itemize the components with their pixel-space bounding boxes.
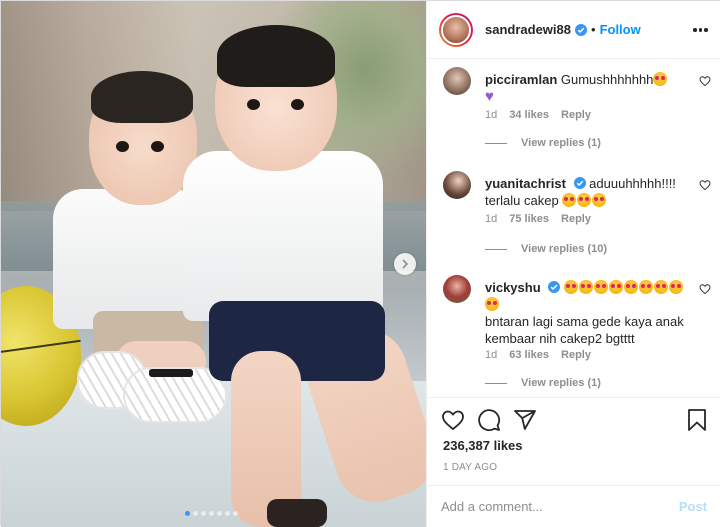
right-toddler-eye xyxy=(291,99,304,110)
comment-meta: 1d 63 likes Reply xyxy=(485,349,591,361)
comment-heart-icon[interactable] xyxy=(699,283,711,295)
header-separator: • xyxy=(591,22,596,37)
comment-meta: 1d 34 likes Reply xyxy=(485,109,591,121)
comment-message: Gumushhhhhhh xyxy=(560,72,654,87)
comment-text: picciramlan Gumushhhhhhh ♥ xyxy=(485,71,685,105)
view-replies-button[interactable]: View replies (1) xyxy=(485,137,601,149)
reply-button[interactable]: Reply xyxy=(561,109,591,121)
heart-eyes-emoji xyxy=(592,193,607,207)
share-icon[interactable] xyxy=(513,408,537,432)
purple-heart-emoji: ♥ xyxy=(485,88,494,105)
right-toddler-sandal xyxy=(267,499,327,527)
add-comment-bar: Add a comment... Post xyxy=(427,485,720,527)
comment-heart-icon[interactable] xyxy=(699,75,711,87)
heart-eyes-emoji xyxy=(593,280,608,294)
replies-divider xyxy=(485,248,507,250)
left-toddler-hair xyxy=(91,71,193,123)
post-photo[interactable] xyxy=(1,1,426,527)
comment-message: bntaran lagi sama gede kaya anak kembaar… xyxy=(485,314,684,346)
left-toddler-eye xyxy=(151,141,164,152)
reply-button[interactable]: Reply xyxy=(561,213,591,225)
carousel-dot xyxy=(201,511,206,516)
replies-divider xyxy=(485,382,507,384)
view-replies-label: View replies (10) xyxy=(521,243,608,255)
carousel-dot xyxy=(233,511,238,516)
post-timestamp[interactable]: 1 DAY AGO xyxy=(443,462,497,473)
comment-message-line2: terlalu cakep xyxy=(485,193,559,208)
carousel-indicator xyxy=(185,511,238,516)
heart-eyes-emoji xyxy=(562,193,577,207)
comment-likes[interactable]: 63 likes xyxy=(509,349,549,361)
view-replies-button[interactable]: View replies (10) xyxy=(485,243,607,255)
left-toddler-shirt xyxy=(53,189,203,329)
comment-age: 1d xyxy=(485,213,498,225)
heart-eyes-emoji xyxy=(563,280,578,294)
verified-badge-icon xyxy=(575,23,587,36)
comment-text: vickyshu bntaran lagi sama gede kaya ana… xyxy=(485,279,685,347)
comment-likes[interactable]: 34 likes xyxy=(509,109,549,121)
reply-button[interactable]: Reply xyxy=(561,349,591,361)
post-side-panel: sandradewi88 • Follow picciramlan Gumush… xyxy=(426,1,720,527)
replies-divider xyxy=(485,142,507,144)
heart-eyes-emoji xyxy=(485,297,499,311)
comment-age: 1d xyxy=(485,109,498,121)
follow-button[interactable]: Follow xyxy=(600,22,641,37)
view-replies-label: View replies (1) xyxy=(521,137,601,149)
heart-eyes-emoji xyxy=(577,193,592,207)
comment-username[interactable]: vickyshu xyxy=(485,280,541,295)
comment-item: picciramlan Gumushhhhhhh ♥ 1d 34 likes R… xyxy=(443,67,711,157)
post-actions: 236,387 likes 1 DAY AGO xyxy=(427,397,720,481)
heart-eyes-emoji xyxy=(608,280,623,294)
author-username[interactable]: sandradewi88 xyxy=(485,22,571,37)
carousel-dot xyxy=(225,511,230,516)
right-toddler-shirt xyxy=(183,151,383,321)
action-icons-row xyxy=(441,408,709,432)
commenter-avatar[interactable] xyxy=(443,275,471,303)
post-header: sandradewi88 • Follow xyxy=(427,1,720,59)
comments-list[interactable]: picciramlan Gumushhhhhhh ♥ 1d 34 likes R… xyxy=(427,59,720,397)
carousel-dot xyxy=(209,511,214,516)
comment-username[interactable]: yuanitachrist xyxy=(485,176,566,191)
more-options-icon[interactable] xyxy=(693,23,709,37)
author-avatar[interactable] xyxy=(439,12,473,47)
comment-likes[interactable]: 75 likes xyxy=(509,213,549,225)
view-replies-label: View replies (1) xyxy=(521,377,601,389)
carousel-next-button[interactable] xyxy=(394,253,416,275)
right-toddler-eye xyxy=(247,99,260,110)
comment-heart-icon[interactable] xyxy=(699,179,711,191)
heart-eyes-emoji xyxy=(653,72,668,86)
heart-eyes-emoji xyxy=(578,280,593,294)
right-toddler-hair xyxy=(217,25,335,87)
comment-meta: 1d 75 likes Reply xyxy=(485,213,591,225)
verified-badge-icon xyxy=(548,281,561,293)
heart-eyes-emoji xyxy=(668,280,683,294)
heart-eyes-emoji xyxy=(653,280,668,294)
comment-text: yuanitachrist aduuuhhhhh!!!! terlalu cak… xyxy=(485,175,685,209)
heart-eyes-emoji xyxy=(638,280,653,294)
comment-username[interactable]: picciramlan xyxy=(485,72,557,87)
heart-eyes-emoji xyxy=(623,280,638,294)
heart-icon[interactable] xyxy=(441,408,465,432)
post-comment-button[interactable]: Post xyxy=(679,499,707,514)
bookmark-icon[interactable] xyxy=(685,408,709,432)
shoe-strap xyxy=(149,369,193,377)
carousel-dot xyxy=(193,511,198,516)
comment-age: 1d xyxy=(485,349,498,361)
left-toddler-eye xyxy=(116,141,129,152)
carousel-dot xyxy=(217,511,222,516)
comment-item: vickyshu bntaran lagi sama gede kaya ana… xyxy=(443,275,711,395)
commenter-avatar[interactable] xyxy=(443,171,471,199)
post-likes-count[interactable]: 236,387 likes xyxy=(443,438,523,453)
comment-message: aduuuhhhhh!!!! xyxy=(589,176,676,191)
add-comment-input[interactable]: Add a comment... xyxy=(441,499,679,514)
comment-item: yuanitachrist aduuuhhhhh!!!! terlalu cak… xyxy=(443,171,711,261)
commenter-avatar[interactable] xyxy=(443,67,471,95)
chevron-right-icon xyxy=(402,259,409,269)
view-replies-button[interactable]: View replies (1) xyxy=(485,377,601,389)
verified-badge-icon xyxy=(573,177,586,189)
carousel-dot xyxy=(185,511,190,516)
instagram-post-modal: sandradewi88 • Follow picciramlan Gumush… xyxy=(0,0,720,527)
comment-icon[interactable] xyxy=(477,408,501,432)
